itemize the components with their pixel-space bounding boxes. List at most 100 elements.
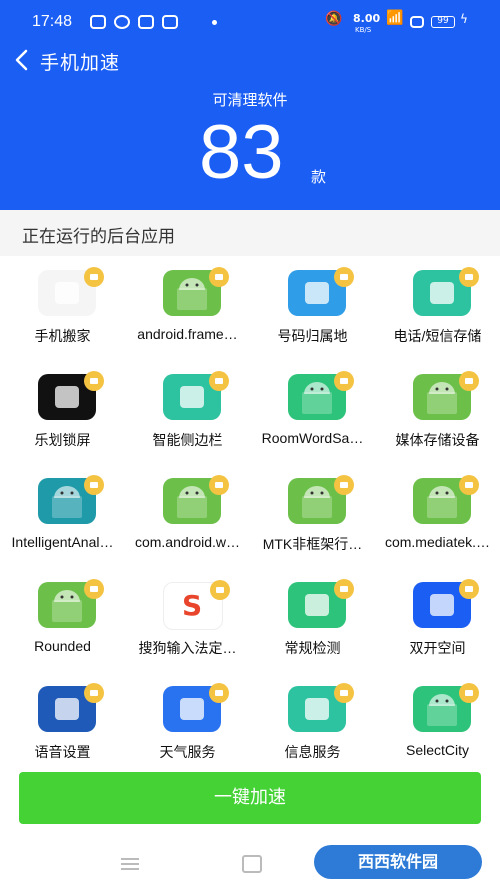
- cleanable-count: 83: [199, 110, 284, 195]
- network-unit: KB/S: [355, 26, 372, 34]
- watermark-text: 西西软件园: [357, 852, 438, 871]
- app-item[interactable]: com.android.w…: [125, 464, 250, 568]
- lock-icon: [84, 579, 104, 599]
- app-label: 搜狗输入法定…: [138, 640, 237, 656]
- home-icon[interactable]: [242, 855, 262, 873]
- lock-icon: [209, 267, 229, 287]
- app-item[interactable]: S 搜狗输入法定…: [125, 568, 250, 672]
- android-tile-icon: [38, 475, 104, 524]
- app-label: 双开空间: [409, 640, 466, 656]
- location-pin-icon: [288, 267, 354, 316]
- header: 17:48 🔕 8.00 KB/S 📶 99 ϟ 手机加速 可清理软件 83 款: [0, 0, 500, 210]
- charging-icon: ϟ: [460, 12, 468, 26]
- more-notifications-icon: [212, 20, 217, 25]
- app-item[interactable]: MTK非框架行…: [250, 464, 375, 568]
- app-label: 号码归属地: [277, 328, 348, 344]
- lock-icon: [459, 267, 479, 287]
- android-icon: [413, 371, 479, 420]
- notification-icon: [138, 15, 154, 29]
- lock-icon: [84, 267, 104, 287]
- network-speed: 8.00: [353, 12, 381, 25]
- status-time: 17:48: [32, 13, 73, 30]
- app-label: com.mediatek.…: [384, 534, 491, 550]
- lock-icon: [459, 371, 479, 391]
- app-item[interactable]: SelectCity: [375, 672, 500, 770]
- voice-settings-icon: [38, 683, 104, 732]
- app-label: 媒体存储设备: [395, 432, 480, 448]
- watermark-logo: 西西软件园: [314, 845, 482, 879]
- app-label: MTK非框架行…: [262, 536, 363, 552]
- android-icon: [288, 475, 354, 524]
- lock-icon: [210, 580, 230, 600]
- sidebar-icon: [163, 371, 229, 420]
- android-icon: [38, 579, 104, 628]
- app-label: android.frame…: [137, 326, 238, 342]
- app-label: com.android.w…: [134, 534, 241, 550]
- app-item[interactable]: 手机搬家: [0, 256, 125, 360]
- page-title: 手机加速: [40, 52, 121, 74]
- back-icon[interactable]: [12, 48, 32, 72]
- sogou-input-icon: S: [163, 580, 230, 630]
- lock-icon: [84, 371, 104, 391]
- dual-space-icon: [413, 579, 479, 628]
- app-item[interactable]: 号码归属地: [250, 256, 375, 360]
- app-item[interactable]: Rounded: [0, 568, 125, 672]
- app-label: 智能侧边栏: [152, 432, 223, 448]
- lock-icon: [84, 683, 104, 703]
- app-item[interactable]: 信息服务: [250, 672, 375, 770]
- notification-icon: [162, 15, 178, 29]
- app-item[interactable]: 乐划锁屏: [0, 360, 125, 464]
- inspection-icon: [288, 579, 354, 628]
- section-title: 正在运行的后台应用: [22, 227, 175, 247]
- app-label: 常规检测: [284, 640, 341, 656]
- android-icon: [413, 475, 479, 524]
- lock-icon: [209, 371, 229, 391]
- lock-icon: [334, 475, 354, 495]
- menu-icon[interactable]: [121, 858, 139, 870]
- weather-icon: [163, 683, 229, 732]
- cleanable-label: 可清理软件: [212, 91, 288, 109]
- title-bar: 手机加速: [0, 44, 500, 78]
- lock-icon: [84, 475, 104, 495]
- app-item[interactable]: 电话/短信存储: [375, 256, 500, 360]
- app-label: 电话/短信存储: [393, 328, 482, 344]
- app-label: RoomWordSa…: [261, 430, 364, 446]
- app-label: 语音设置: [34, 744, 91, 760]
- lock-icon: [334, 267, 354, 287]
- lock-icon: [334, 579, 354, 599]
- android-grid-icon: [413, 683, 479, 732]
- sim-icon: [410, 16, 424, 28]
- phone-call-icon: [413, 267, 479, 316]
- section-header: 正在运行的后台应用: [0, 210, 500, 256]
- battery-indicator: 99: [431, 16, 455, 28]
- boost-button[interactable]: 一键加速: [19, 772, 481, 824]
- message-service-icon: [288, 683, 354, 732]
- app-item[interactable]: 媒体存储设备: [375, 360, 500, 464]
- lock-icon: [459, 579, 479, 599]
- app-label: Rounded: [34, 638, 91, 654]
- phone-transfer-icon: [38, 267, 104, 316]
- app-item[interactable]: RoomWordSa…: [250, 360, 375, 464]
- app-item[interactable]: 语音设置: [0, 672, 125, 770]
- android-grid-icon: [288, 371, 354, 420]
- app-item[interactable]: android.frame…: [125, 256, 250, 360]
- notification-icon: [114, 15, 130, 29]
- app-item[interactable]: IntelligentAnal…: [0, 464, 125, 568]
- app-item[interactable]: 常规检测: [250, 568, 375, 672]
- count-unit: 款: [311, 168, 327, 186]
- app-label: 乐划锁屏: [34, 432, 91, 448]
- android-icon: [163, 475, 229, 524]
- lock-icon: [209, 683, 229, 703]
- lock-screen-icon: [38, 371, 104, 420]
- app-label: IntelligentAnal…: [11, 534, 114, 550]
- app-label: 手机搬家: [34, 328, 91, 344]
- android-icon: [163, 267, 229, 316]
- app-label: 信息服务: [284, 744, 341, 760]
- lock-icon: [334, 371, 354, 391]
- app-item[interactable]: com.mediatek.…: [375, 464, 500, 568]
- app-item[interactable]: 智能侧边栏: [125, 360, 250, 464]
- app-item[interactable]: 天气服务: [125, 672, 250, 770]
- app-item[interactable]: 双开空间: [375, 568, 500, 672]
- mute-icon: 🔕: [325, 11, 343, 27]
- lock-icon: [459, 683, 479, 703]
